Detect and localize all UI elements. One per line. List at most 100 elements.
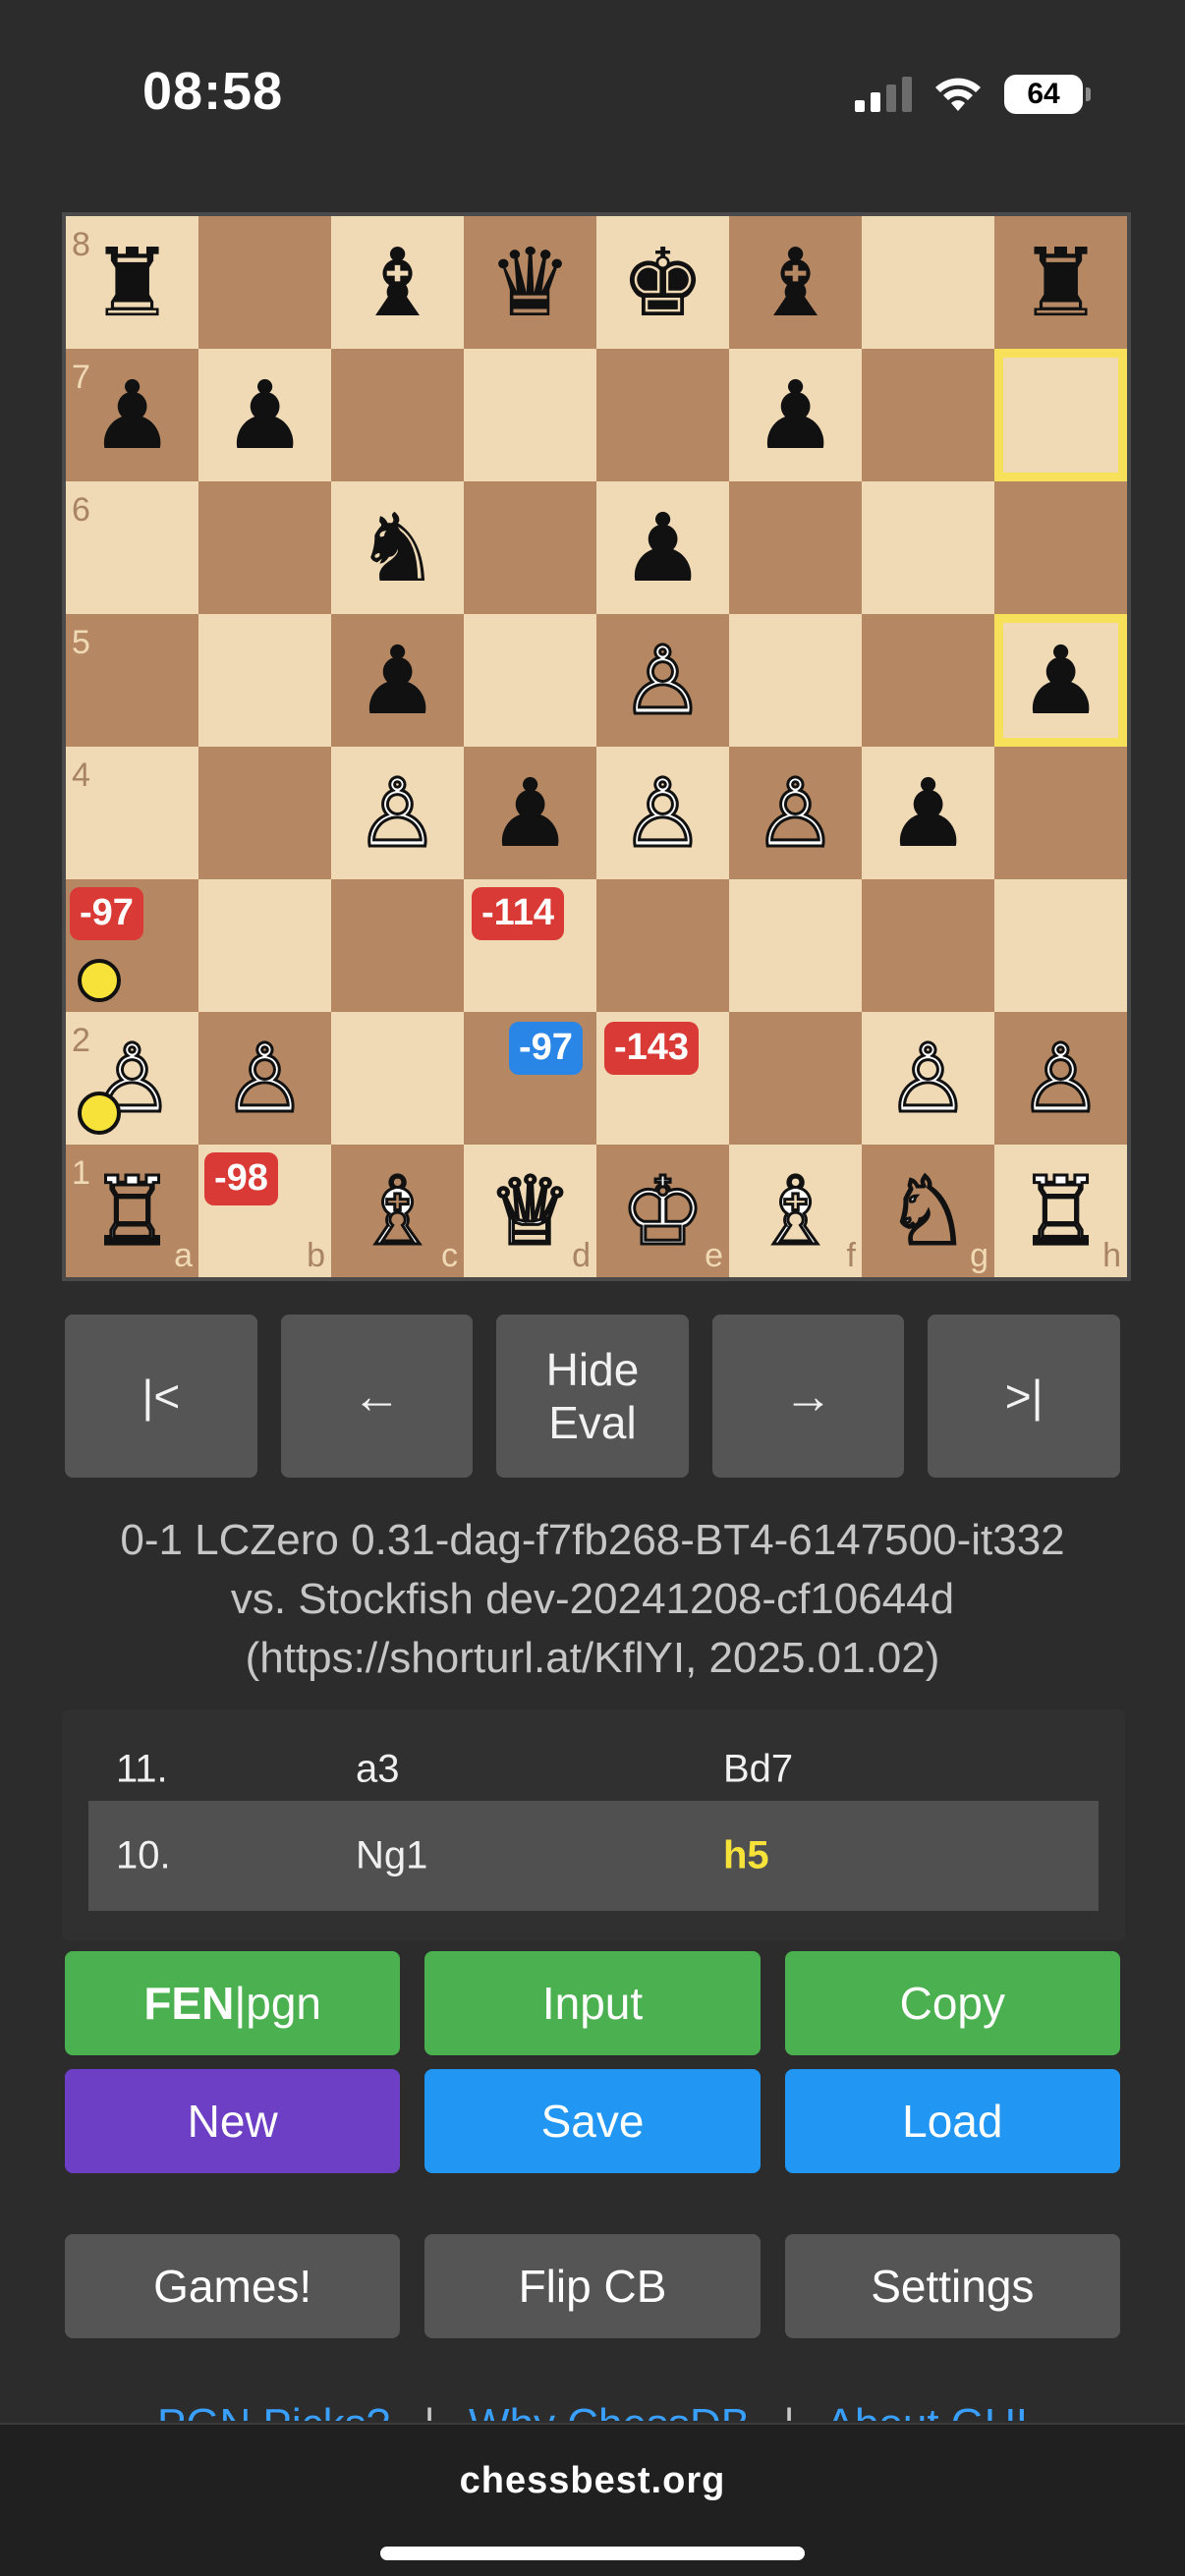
first-move-button[interactable]: |< (65, 1315, 257, 1478)
next-move-button[interactable]: → (711, 1315, 905, 1478)
fen-pgn-toggle-button[interactable]: FEN |pgn (65, 1951, 401, 2055)
settings-button[interactable]: Settings (784, 2234, 1120, 2338)
square-a2[interactable]: 2 ♙ (66, 1012, 198, 1145)
square-d7[interactable] (464, 349, 596, 481)
white-piece[interactable]: ♙ (619, 632, 706, 729)
white-piece[interactable]: ♖ (1017, 1162, 1104, 1260)
black-piece[interactable]: ♟ (753, 368, 837, 463)
white-move[interactable]: a3 (356, 1748, 400, 1792)
square-d2[interactable]: -97 (464, 1012, 596, 1145)
square-a7[interactable]: 7 ♟ (66, 349, 198, 481)
square-f5[interactable] (729, 614, 862, 747)
new-button[interactable]: New (65, 2069, 401, 2173)
black-piece[interactable]: ♛ (487, 236, 572, 330)
black-piece[interactable]: ♜ (89, 236, 174, 330)
square-b4[interactable] (198, 747, 331, 879)
square-d5[interactable] (464, 614, 596, 747)
square-c3[interactable] (331, 879, 464, 1012)
square-a1[interactable]: 1 a ♖ (66, 1145, 198, 1277)
white-piece[interactable]: ♗ (752, 1162, 839, 1260)
black-piece[interactable]: ♟ (620, 501, 705, 595)
square-f1[interactable]: f ♗ (729, 1145, 862, 1277)
square-d1[interactable]: d ♕ (464, 1145, 596, 1277)
square-h6[interactable] (994, 481, 1127, 614)
white-piece[interactable]: ♙ (354, 764, 441, 862)
square-d4[interactable]: ♟ (464, 747, 596, 879)
square-h5[interactable]: ♟ (994, 614, 1127, 747)
white-piece[interactable]: ♙ (619, 764, 706, 862)
square-d3[interactable]: -114 (464, 879, 596, 1012)
chessboard[interactable]: 8♜♝♛♚♝♜7♟♟♟6♞♟5♟♙♟4♙♟♙♙♟3-97-1142♙♙-97-1… (62, 212, 1131, 1281)
square-b2[interactable]: ♙ (198, 1012, 331, 1145)
square-f3[interactable] (729, 879, 862, 1012)
square-a5[interactable]: 5 (66, 614, 198, 747)
square-f6[interactable] (729, 481, 862, 614)
white-piece[interactable]: ♖ (88, 1162, 176, 1260)
save-button[interactable]: Save (424, 2069, 761, 2173)
square-h8[interactable]: ♜ (994, 216, 1127, 349)
square-a3[interactable]: 3-97 (66, 879, 198, 1012)
black-piece[interactable]: ♟ (1018, 634, 1102, 728)
square-d6[interactable] (464, 481, 596, 614)
black-piece[interactable]: ♟ (89, 368, 174, 463)
square-e2[interactable]: -143 (596, 1012, 729, 1145)
square-h7[interactable] (994, 349, 1127, 481)
square-b5[interactable] (198, 614, 331, 747)
white-move[interactable]: Ng1 (356, 1834, 427, 1878)
pgn-picks-link[interactable]: PGN Picks? (157, 2400, 390, 2421)
square-f2[interactable] (729, 1012, 862, 1145)
square-e7[interactable] (596, 349, 729, 481)
black-move[interactable]: Bd7 (723, 1748, 793, 1792)
black-piece[interactable]: ♞ (355, 501, 439, 595)
square-h2[interactable]: ♙ (994, 1012, 1127, 1145)
white-piece[interactable]: ♙ (221, 1030, 309, 1127)
square-h1[interactable]: h ♖ (994, 1145, 1127, 1277)
square-f7[interactable]: ♟ (729, 349, 862, 481)
square-c5[interactable]: ♟ (331, 614, 464, 747)
black-move-current[interactable]: h5 (723, 1834, 769, 1878)
black-piece[interactable]: ♟ (222, 368, 307, 463)
square-c7[interactable] (331, 349, 464, 481)
square-g1[interactable]: g ♘ (862, 1145, 994, 1277)
copy-button[interactable]: Copy (784, 1951, 1120, 2055)
white-piece[interactable]: ♗ (354, 1162, 441, 1260)
flip-board-button[interactable]: Flip CB (424, 2234, 761, 2338)
home-indicator[interactable] (380, 2547, 805, 2560)
why-chessdb-link[interactable]: Why ChessDB (469, 2400, 750, 2421)
square-e1[interactable]: e ♔ (596, 1145, 729, 1277)
square-h3[interactable] (994, 879, 1127, 1012)
white-piece[interactable]: ♘ (884, 1162, 972, 1260)
white-piece[interactable]: ♙ (752, 764, 839, 862)
square-e3[interactable] (596, 879, 729, 1012)
square-g6[interactable] (862, 481, 994, 614)
move-row-active[interactable]: 10. Ng1 h5 (88, 1801, 1099, 1911)
white-piece[interactable]: ♔ (619, 1162, 706, 1260)
square-b6[interactable] (198, 481, 331, 614)
square-f8[interactable]: ♝ (729, 216, 862, 349)
square-c1[interactable]: c ♗ (331, 1145, 464, 1277)
black-piece[interactable]: ♜ (1018, 236, 1102, 330)
hide-eval-button[interactable]: Hide Eval (496, 1315, 689, 1478)
square-h4[interactable] (994, 747, 1127, 879)
black-piece[interactable]: ♝ (355, 236, 439, 330)
games-button[interactable]: Games! (65, 2234, 401, 2338)
input-button[interactable]: Input (424, 1951, 761, 2055)
white-piece[interactable]: ♙ (1017, 1030, 1104, 1127)
previous-move-button[interactable]: ← (280, 1315, 474, 1478)
url-label[interactable]: chessbest.org (0, 2460, 1185, 2502)
square-e5[interactable]: ♙ (596, 614, 729, 747)
about-gui-link[interactable]: About GUI (826, 2400, 1028, 2421)
square-g2[interactable]: ♙ (862, 1012, 994, 1145)
black-piece[interactable]: ♟ (885, 766, 970, 861)
square-g4[interactable]: ♟ (862, 747, 994, 879)
last-move-button[interactable]: >| (928, 1315, 1120, 1478)
white-piece[interactable]: ♕ (486, 1162, 574, 1260)
square-b1[interactable]: b -98 (198, 1145, 331, 1277)
black-piece[interactable]: ♝ (753, 236, 837, 330)
square-g7[interactable] (862, 349, 994, 481)
square-e8[interactable]: ♚ (596, 216, 729, 349)
square-g3[interactable] (862, 879, 994, 1012)
square-a4[interactable]: 4 (66, 747, 198, 879)
white-piece[interactable]: ♙ (884, 1030, 972, 1127)
square-c2[interactable] (331, 1012, 464, 1145)
